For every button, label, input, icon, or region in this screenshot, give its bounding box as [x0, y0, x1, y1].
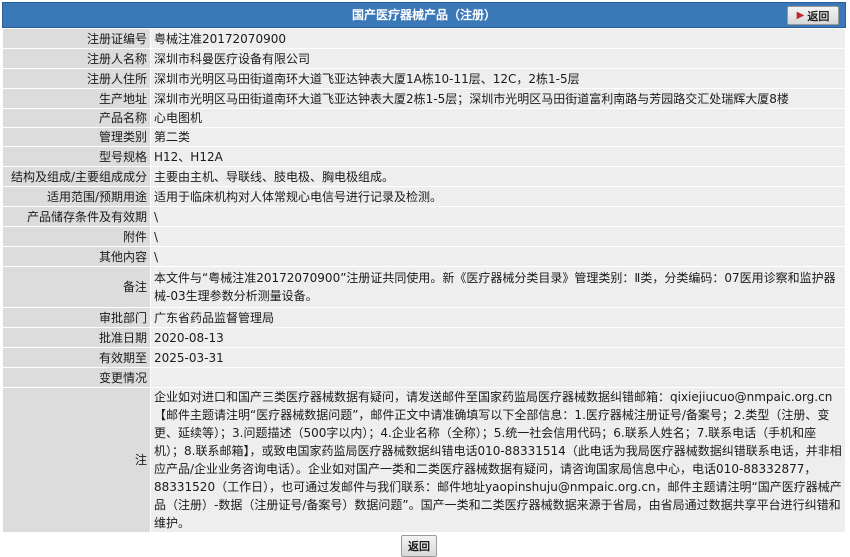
label-note: 注 [2, 387, 151, 533]
label-model-spec: 型号规格 [2, 146, 151, 167]
row-production-address: 生产地址 深圳市光明区马田街道南环大道飞亚达钟表大厦2栋1-5层；深圳市光明区马… [2, 88, 846, 109]
row-registrant-address: 注册人住所 深圳市光明区马田街道南环大道飞亚达钟表大厦1A栋10-11层、12C… [2, 68, 846, 89]
label-other: 其他内容 [2, 246, 151, 267]
row-registrant-name: 注册人名称 深圳市科曼医疗设备有限公司 [2, 48, 846, 69]
row-other: 其他内容 \ [2, 246, 846, 267]
label-structure: 结构及组成/主要组成成分 [2, 166, 151, 187]
page-wrapper: 国产医疗器械产品（注册） ▶ 返回 注册证编号 粤械注准20172070900 … [2, 2, 846, 557]
back-button-bottom[interactable]: 返回 [401, 535, 437, 557]
detail-table: 注册证编号 粤械注准20172070900 注册人名称 深圳市科曼医疗设备有限公… [2, 28, 846, 533]
label-valid-until: 有效期至 [2, 347, 151, 368]
row-note: 注 企业如对进口和国产三类医疗器械数据有疑问，请发送邮件至国家药监局医疗器械数据… [2, 387, 846, 533]
value-storage: \ [150, 206, 846, 227]
value-production-address: 深圳市光明区马田街道南环大道飞亚达钟表大厦2栋1-5层；深圳市光明区马田街道富利… [150, 88, 846, 109]
back-button-label: 返回 [807, 9, 830, 23]
value-registrant-name: 深圳市科曼医疗设备有限公司 [150, 48, 846, 69]
value-model-spec: H12、H12A [150, 146, 846, 167]
label-product-name: 产品名称 [2, 108, 151, 128]
label-approval-dept: 审批部门 [2, 307, 151, 328]
row-registration-no: 注册证编号 粤械注准20172070900 [2, 28, 846, 49]
row-model-spec: 型号规格 H12、H12A [2, 146, 846, 167]
row-accessories: 附件 \ [2, 226, 846, 247]
value-registration-no: 粤械注准20172070900 [150, 28, 846, 49]
value-management-class: 第二类 [150, 127, 846, 147]
label-registrant-address: 注册人住所 [2, 68, 151, 89]
label-approval-date: 批准日期 [2, 327, 151, 348]
row-changes: 变更情况 [2, 367, 846, 388]
value-approval-dept: 广东省药品监督管理局 [150, 307, 846, 328]
page-header: 国产医疗器械产品（注册） ▶ 返回 [2, 2, 846, 28]
row-intended-use: 适用范围/预期用途 适用于临床机构对人体常规心电信号进行记录及检测。 [2, 186, 846, 207]
row-approval-dept: 审批部门 广东省药品监督管理局 [2, 307, 846, 328]
label-storage: 产品储存条件及有效期 [2, 206, 151, 227]
value-approval-date: 2020-08-13 [150, 327, 846, 348]
label-registration-no: 注册证编号 [2, 28, 151, 49]
row-structure: 结构及组成/主要组成成分 主要由主机、导联线、肢电极、胸电极组成。 [2, 166, 846, 187]
back-button-top[interactable]: ▶ 返回 [787, 6, 839, 25]
row-product-name: 产品名称 心电图机 [2, 108, 846, 128]
row-remarks: 备注 本文件与“粤械注准20172070900”注册证共同使用。新《医疗器械分类… [2, 266, 846, 308]
footer-bar: 返回 [2, 533, 846, 557]
value-intended-use: 适用于临床机构对人体常规心电信号进行记录及检测。 [150, 186, 846, 207]
label-remarks: 备注 [2, 266, 151, 308]
row-approval-date: 批准日期 2020-08-13 [2, 327, 846, 348]
value-remarks: 本文件与“粤械注准20172070900”注册证共同使用。新《医疗器械分类目录》… [150, 266, 846, 308]
value-accessories: \ [150, 226, 846, 247]
value-product-name: 心电图机 [150, 108, 846, 128]
label-changes: 变更情况 [2, 367, 151, 388]
page-title: 国产医疗器械产品（注册） [351, 8, 496, 22]
value-other: \ [150, 246, 846, 267]
label-production-address: 生产地址 [2, 88, 151, 109]
value-structure: 主要由主机、导联线、肢电极、胸电极组成。 [150, 166, 846, 187]
label-management-class: 管理类别 [2, 127, 151, 147]
value-valid-until: 2025-03-31 [150, 347, 846, 368]
row-storage: 产品储存条件及有效期 \ [2, 206, 846, 227]
row-valid-until: 有效期至 2025-03-31 [2, 347, 846, 368]
value-note: 企业如对进口和国产三类医疗器械数据有疑问，请发送邮件至国家药监局医疗器械数据纠错… [150, 387, 846, 533]
row-management-class: 管理类别 第二类 [2, 127, 846, 147]
value-changes [150, 367, 846, 388]
label-accessories: 附件 [2, 226, 151, 247]
value-registrant-address: 深圳市光明区马田街道南环大道飞亚达钟表大厦1A栋10-11层、12C，2栋1-5… [150, 68, 846, 89]
label-intended-use: 适用范围/预期用途 [2, 186, 151, 207]
back-arrow-icon: ▶ [796, 10, 805, 21]
label-registrant-name: 注册人名称 [2, 48, 151, 69]
